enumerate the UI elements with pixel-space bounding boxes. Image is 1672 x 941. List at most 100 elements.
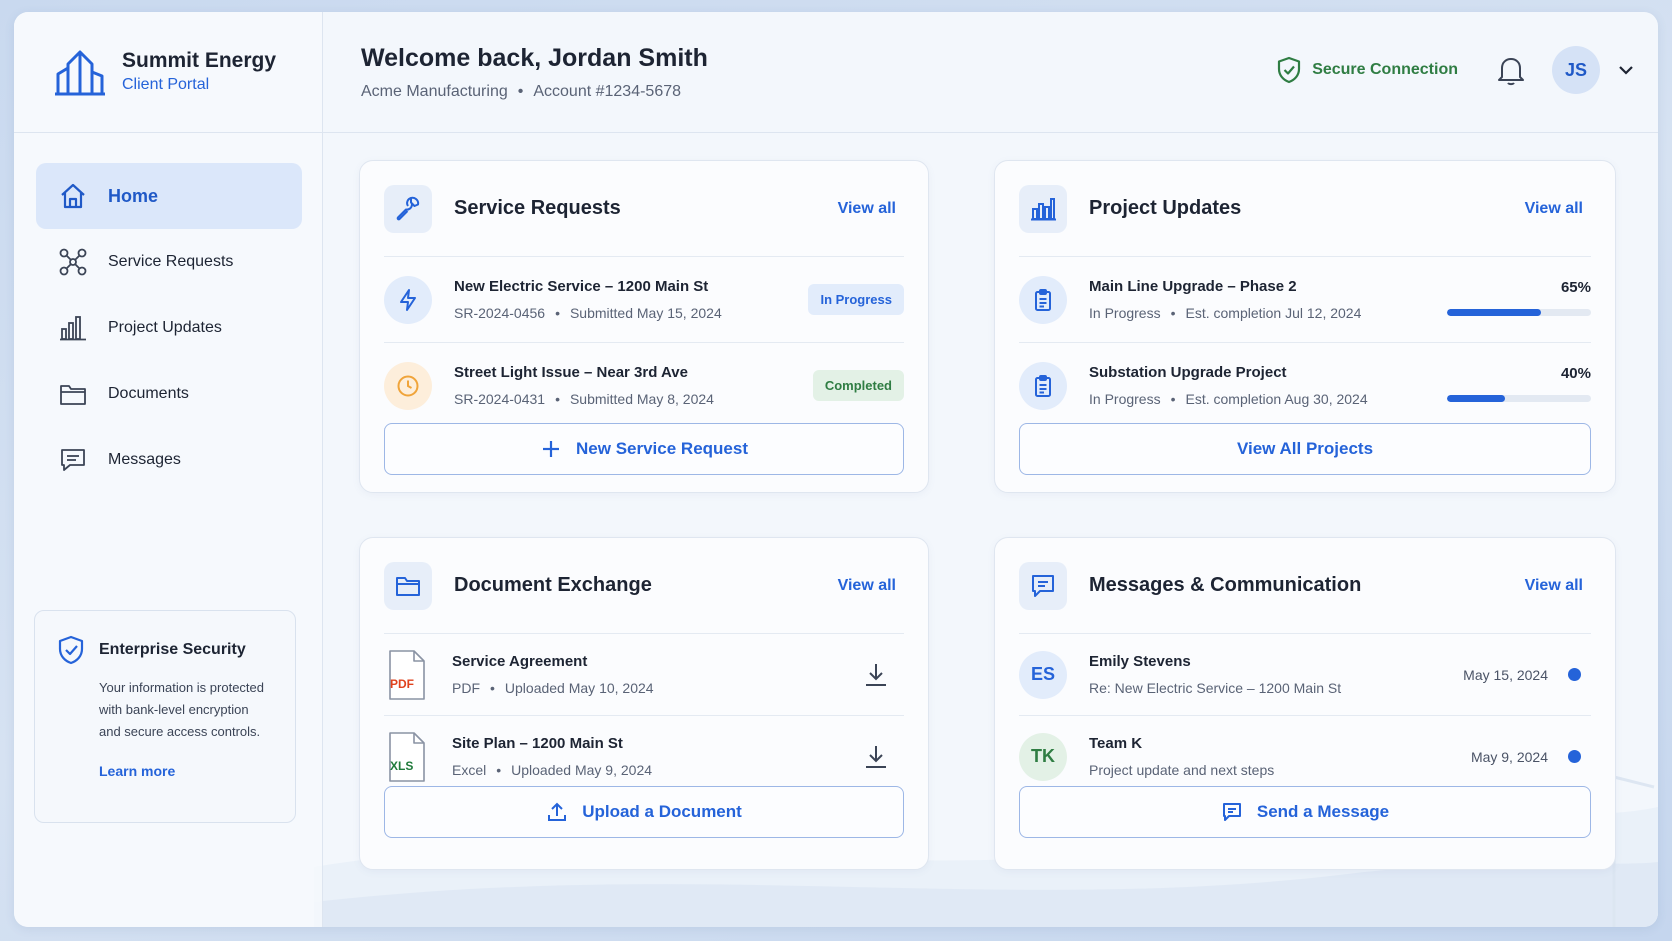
message-date: May 15, 2024 [1463,666,1548,683]
sender-name: Team K [1089,735,1143,752]
request-title: Street Light Issue – Near 3rd Ave [454,364,688,381]
list-item[interactable]: PDF Service Agreement PDF • Uploaded May 1… [384,634,904,716]
request-title: New Electric Service – 1200 Main St [454,278,709,295]
card-title: Service Requests [454,197,621,219]
wrench-icon [384,184,432,233]
security-body: Your information is protected with bank-… [99,680,265,739]
progress-bar-fill [1447,309,1541,316]
message-icon [58,445,88,475]
sidebar-item-messages[interactable]: Messages [36,427,302,493]
chevron-down-icon[interactable] [1616,60,1636,80]
document-date: Uploaded May 9, 2024 [511,762,653,778]
document-exchange-card: Document Exchange View all PDF Service A… [359,537,929,870]
message-icon [1019,561,1067,610]
clipboard-icon [1019,361,1067,410]
message-icon [1222,803,1241,821]
card-title: Project Updates [1089,197,1242,219]
view-all-link[interactable]: View all [838,200,896,218]
message-subject: Project update and next steps [1089,762,1275,778]
brand-name: Summit Energy [122,49,277,72]
list-item[interactable]: New Electric Service – 1200 Main St SR-2… [384,257,904,343]
document-type: PDF [452,680,480,696]
button-label: Upload a Document [582,802,742,821]
building-logo-icon [55,50,105,96]
upload-document-button[interactable]: Upload a Document [384,786,904,838]
card-title: Messages & Communication [1089,574,1362,596]
button-label: New Service Request [576,439,748,458]
view-all-projects-button[interactable]: View All Projects [1019,423,1591,475]
list-item[interactable]: Street Light Issue – Near 3rd Ave SR-202… [384,343,904,429]
bar-chart-icon [58,313,88,343]
progress-bar [1447,395,1591,402]
avatar[interactable]: JS [1552,46,1600,94]
request-id: SR-2024-0431 [454,391,546,407]
document-title: Site Plan – 1200 Main St [452,735,623,752]
sidebar-item-project-updates[interactable]: Project Updates [36,295,302,361]
status-badge: Completed [812,370,904,401]
list-item[interactable]: Main Line Upgrade – Phase 2 In Progress •… [1019,257,1591,343]
company-name: Acme Manufacturing [361,82,508,100]
pdf-file-icon: PDF [384,649,428,701]
send-message-button[interactable]: Send a Message [1019,786,1591,838]
project-title: Main Line Upgrade – Phase 2 [1089,278,1297,295]
shield-check-icon [58,635,84,665]
message-subject: Re: New Electric Service – 1200 Main St [1089,680,1342,696]
clock-icon [384,361,432,410]
view-all-link[interactable]: View all [1525,200,1583,218]
unread-indicator [1568,750,1581,763]
network-icon [58,247,88,277]
account-number: Account #1234-5678 [533,82,682,100]
brand: Summit Energy Client Portal [14,12,322,133]
button-label: Send a Message [1256,802,1390,821]
sidebar-item-label: Service Requests [108,253,234,270]
list-item[interactable]: ES Emily Stevens Re: New Electric Servic… [1019,634,1591,716]
secure-label: Secure Connection [1312,61,1458,78]
sidebar-nav: Home Service Requests Project Updates Do… [14,133,322,493]
folder-icon [384,561,432,610]
folder-icon [58,379,88,409]
sidebar-item-label: Messages [108,451,181,468]
unread-indicator [1568,668,1581,681]
view-all-link[interactable]: View all [1525,577,1583,595]
project-title: Substation Upgrade Project [1089,364,1287,381]
new-service-request-button[interactable]: New Service Request [384,423,904,475]
sidebar-item-label: Home [108,185,159,206]
sidebar-item-home[interactable]: Home [36,163,302,229]
request-date: Submitted May 15, 2024 [569,305,722,321]
download-icon[interactable] [862,743,890,771]
project-completion: Est. completion Jul 12, 2024 [1185,305,1362,321]
project-status: In Progress [1089,391,1161,407]
progress-percent: 40% [1560,365,1591,382]
avatar: TK [1019,732,1067,781]
shield-check-icon [1278,56,1301,84]
list-item[interactable]: Substation Upgrade Project In Progress • E… [1019,343,1591,429]
page-title: Welcome back, Jordan Smith [361,43,708,72]
learn-more-link[interactable]: Learn more [99,763,273,779]
download-icon[interactable] [862,661,890,689]
progress-percent: 65% [1560,279,1591,296]
avatar: ES [1019,650,1067,699]
clipboard-icon [1019,275,1067,324]
view-all-link[interactable]: View all [838,577,896,595]
progress-bar [1447,309,1591,316]
avatar-initials: ES [1030,664,1055,684]
excel-file-icon: XLS [384,731,428,783]
bell-icon[interactable] [1496,54,1526,86]
sidebar: Summit Energy Client Portal Home Service… [14,12,323,927]
sidebar-item-service-requests[interactable]: Service Requests [36,229,302,295]
project-updates-card: Project Updates View all Main Line Upgra… [994,160,1616,493]
upload-icon [548,802,567,821]
sidebar-item-documents[interactable]: Documents [36,361,302,427]
progress-bar-fill [1447,395,1505,402]
document-date: Uploaded May 10, 2024 [504,680,654,696]
account-info: Acme Manufacturing • Account #1234-5678 [361,82,682,100]
file-type-tag: PDF [390,676,414,691]
project-completion: Est. completion Aug 30, 2024 [1185,391,1368,407]
sidebar-item-label: Project Updates [108,319,222,336]
status-badge: In Progress [808,284,904,315]
messages-card: Messages & Communication View all ES Emi… [994,537,1616,870]
brand-subtitle: Client Portal [122,76,210,93]
plus-icon [543,441,560,457]
message-date: May 9, 2024 [1470,748,1548,765]
security-card: Enterprise Security Your information is … [34,610,296,823]
